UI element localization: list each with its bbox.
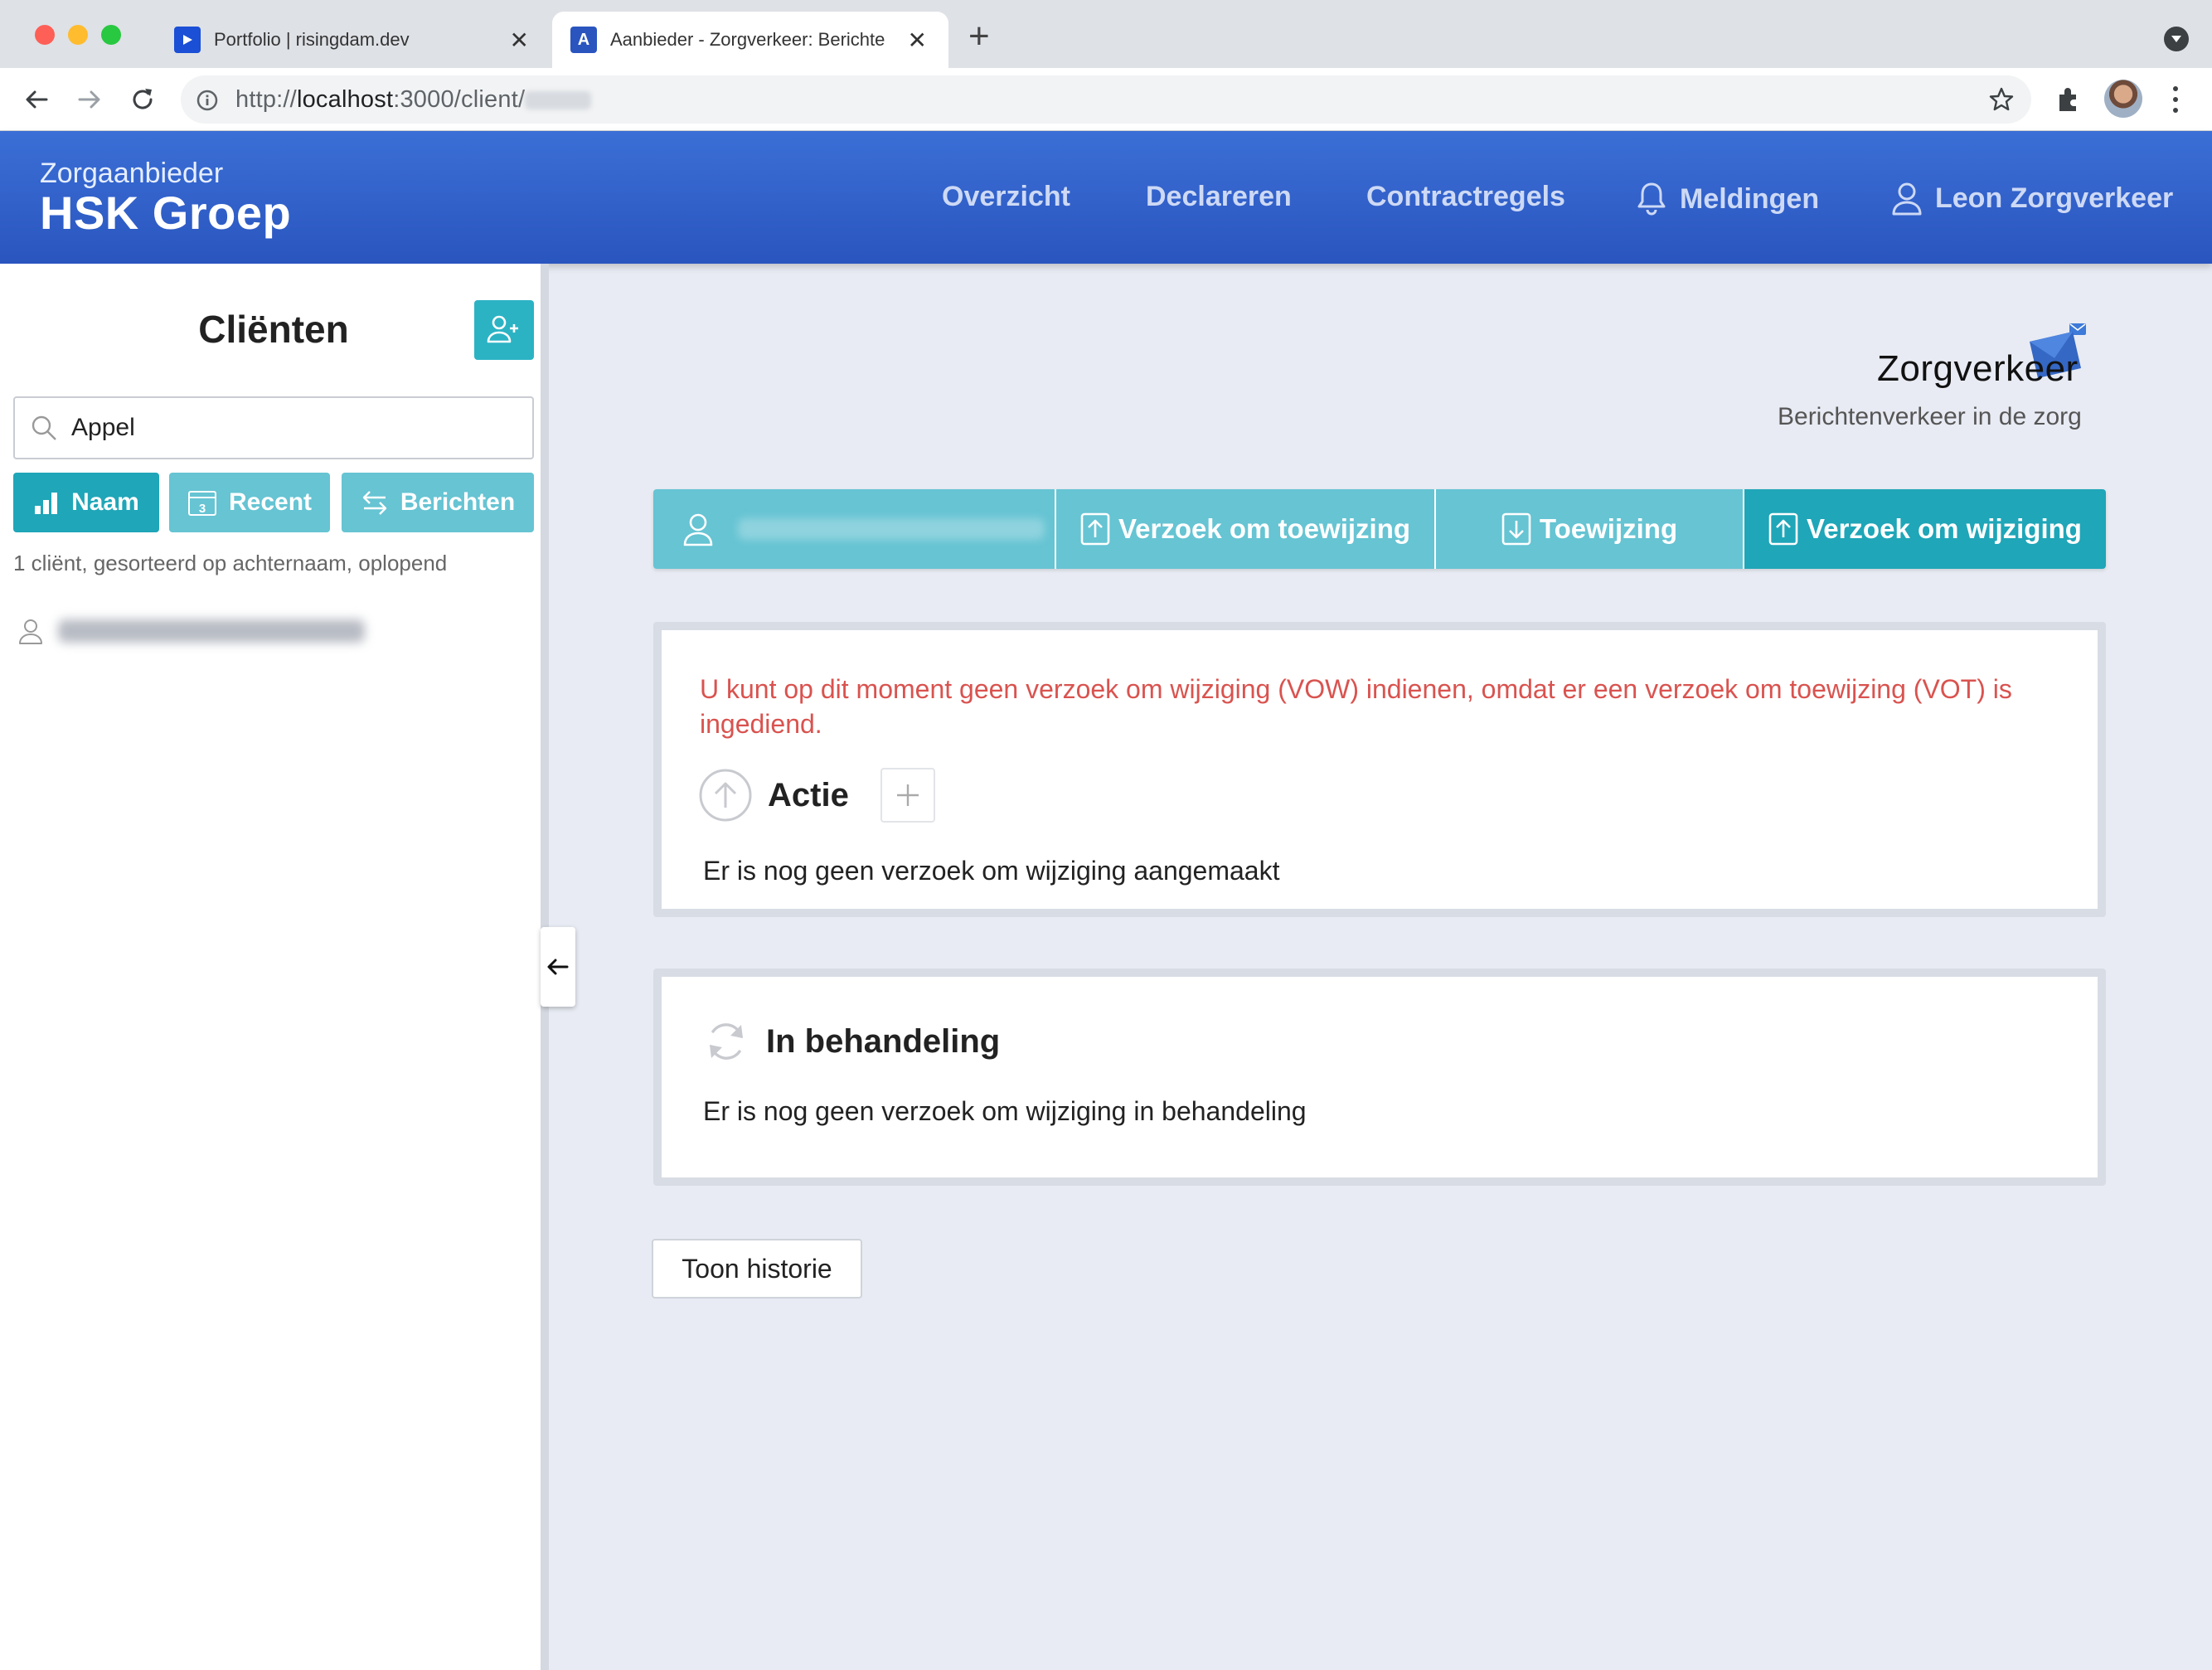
sort-info: 1 cliënt, gesorteerd op achternaam, oplo…: [13, 551, 448, 575]
close-tab-icon[interactable]: ✕: [908, 27, 927, 54]
browser-tab-portfolio[interactable]: Portfolio | risingdam.dev ✕: [159, 12, 551, 68]
url-text: http://localhost:3000/client/: [235, 86, 592, 114]
bookmark-star-icon[interactable]: [1988, 86, 2015, 113]
back-icon[interactable]: [20, 83, 53, 116]
tab-title: Aanbieder - Zorgverkeer: Berichte: [610, 29, 885, 50]
client-search-field[interactable]: [13, 396, 534, 459]
action-heading: Actie: [698, 768, 935, 823]
client-sidebar: Cliënten Naam 3 Recent Berichten 1 cliën…: [0, 264, 549, 1670]
browser-tab-strip: Portfolio | risingdam.dev ✕ A Aanbieder …: [0, 0, 2212, 68]
nav-user[interactable]: Leon Zorgverkeer: [1890, 181, 2173, 216]
tab-title: Portfolio | risingdam.dev: [214, 29, 410, 50]
sort-recent-button[interactable]: 3 Recent: [169, 473, 330, 532]
refresh-icon: [710, 1023, 743, 1060]
upload-icon: [1768, 512, 1798, 546]
browser-toolbar: http://localhost:3000/client/: [0, 68, 2212, 131]
sidebar-title: Cliënten: [198, 308, 349, 351]
client-search-input[interactable]: [71, 414, 502, 442]
arrow-up-circle-icon: [699, 769, 752, 822]
user-icon: [19, 619, 42, 644]
arrow-left-icon: [547, 959, 569, 975]
sort-naam-button[interactable]: Naam: [13, 473, 159, 532]
show-history-button[interactable]: Toon historie: [652, 1239, 862, 1299]
warning-message: U kunt op dit moment geen verzoek om wij…: [700, 674, 2012, 739]
close-tab-icon[interactable]: ✕: [510, 27, 529, 54]
play-icon: [174, 27, 201, 53]
browser-menu-icon[interactable]: [2167, 83, 2184, 116]
reload-icon[interactable]: [126, 83, 159, 116]
browser-tab-zorgverkeer[interactable]: A Aanbieder - Zorgverkeer: Berichte ✕: [552, 12, 948, 68]
nav-overzicht[interactable]: Overzicht: [942, 181, 1070, 213]
avatar[interactable]: [2104, 80, 2142, 118]
extensions-icon[interactable]: [2054, 85, 2083, 117]
download-icon: [1501, 512, 1531, 546]
add-user-icon: [487, 315, 518, 343]
tab-search-icon[interactable]: [2164, 27, 2189, 51]
app-header: Zorgaanbieder HSK Groep Overzicht Declar…: [0, 131, 2212, 264]
message-tabs: Verzoek om toewijzing Toewijzing Verzoek…: [653, 489, 2106, 569]
info-icon[interactable]: [196, 89, 219, 112]
action-card: U kunt op dit moment geen verzoek om wij…: [653, 622, 2106, 917]
search-icon: [32, 415, 56, 440]
brand-title[interactable]: HSK Groep: [40, 186, 291, 240]
bar-chart-icon: [35, 493, 58, 514]
add-client-button[interactable]: [474, 300, 534, 360]
close-window-button[interactable]: [35, 25, 55, 45]
client-name-redacted: [58, 619, 365, 643]
forward-icon[interactable]: [73, 83, 106, 116]
client-name-redacted: [738, 518, 1045, 540]
processing-heading: In behandeling: [703, 1018, 1000, 1065]
user-icon: [1892, 182, 1922, 216]
collapse-sidebar-button[interactable]: [541, 927, 575, 1007]
calendar-icon: 3: [187, 491, 216, 516]
upload-icon: [1080, 512, 1110, 546]
tab-verzoek-om-toewijzing[interactable]: Verzoek om toewijzing: [1056, 489, 1436, 569]
nav-contractregels[interactable]: Contractregels: [1366, 181, 1565, 213]
processing-card: In behandeling Er is nog geen verzoek om…: [653, 969, 2106, 1186]
tab-verzoek-om-wijziging[interactable]: Verzoek om wijziging: [1744, 489, 2106, 569]
processing-empty-text: Er is nog geen verzoek om wijziging in b…: [703, 1096, 1307, 1126]
client-list-item[interactable]: [17, 617, 365, 645]
nav-meldingen[interactable]: Meldingen: [1635, 181, 1819, 217]
sort-berichten-button[interactable]: Berichten: [342, 473, 534, 532]
logo-subtitle: Berichtenverkeer in de zorg: [1778, 403, 2082, 430]
action-empty-text: Er is nog geen verzoek om wijziging aang…: [703, 856, 1280, 886]
logo-title: Zorgverkeer: [1877, 348, 2079, 389]
minimize-window-button[interactable]: [68, 25, 88, 45]
bell-icon: [1637, 182, 1666, 216]
address-bar[interactable]: http://localhost:3000/client/: [181, 75, 2031, 124]
swap-arrows-icon: [362, 491, 387, 515]
nav-declareren[interactable]: Declareren: [1146, 181, 1292, 213]
tab-client[interactable]: [653, 489, 1056, 569]
tab-toewijzing[interactable]: Toewijzing: [1436, 489, 1744, 569]
app-favicon-icon: A: [570, 27, 597, 53]
user-icon: [683, 513, 713, 546]
svg-text:3: 3: [199, 502, 206, 516]
plus-icon: [896, 784, 919, 806]
add-action-button[interactable]: [880, 768, 935, 823]
new-tab-button[interactable]: +: [968, 18, 990, 55]
maximize-window-button[interactable]: [101, 25, 121, 45]
